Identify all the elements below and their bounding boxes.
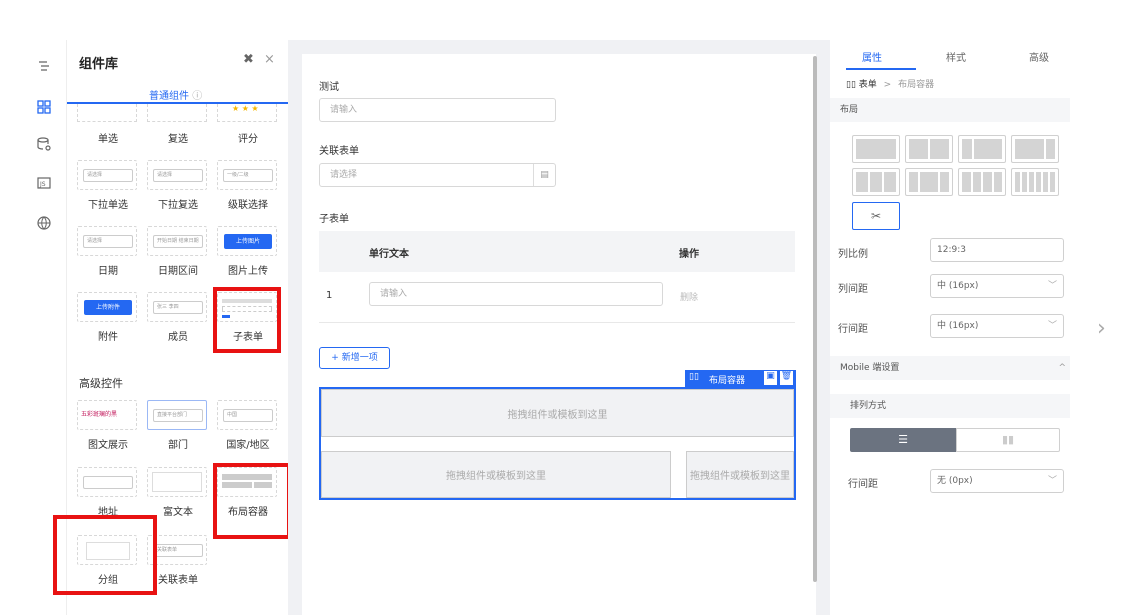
col-gap-label: 列间距 xyxy=(838,284,868,295)
breadcrumb-root[interactable]: 表单 xyxy=(859,80,877,90)
comp-cascade[interactable]: 一级/二级 级联选择 xyxy=(217,160,279,211)
columns-icon: ▯▯ xyxy=(689,372,699,382)
drop-zone-right[interactable]: 拖拽组件或模板到这里 xyxy=(686,451,794,498)
comp-address[interactable]: 地址 xyxy=(77,467,139,518)
row-index: 1 xyxy=(326,290,333,301)
mobile-section-header[interactable]: Mobile 端设置 ^ xyxy=(830,356,1070,380)
comp-dropdown-single[interactable]: 请选择 下拉单选 xyxy=(77,160,139,211)
chevron-down-icon: ﹀ xyxy=(1047,321,1057,331)
chevron-up-icon: ^ xyxy=(1058,363,1066,373)
tab-normal-components[interactable]: 普通组件 ⓘ xyxy=(149,87,202,102)
close-icon[interactable]: × xyxy=(264,52,275,67)
mobile-row-gap-label: 行间距 xyxy=(848,479,878,490)
comp-attachment[interactable]: 上传附件 附件 xyxy=(77,292,139,343)
layout-1-3-col[interactable] xyxy=(958,135,1006,163)
tab-style[interactable]: 样式 xyxy=(946,49,966,64)
row-text-input[interactable]: 请输入 xyxy=(369,282,663,306)
field-label: 测试 xyxy=(319,82,339,93)
tab-underline xyxy=(846,68,916,70)
advanced-section-title: 高级控件 xyxy=(79,377,123,390)
pin-icon[interactable]: ✖ xyxy=(243,52,254,67)
layout-3-col[interactable] xyxy=(852,168,900,196)
comp-date-range[interactable]: 开始日期 结束日期 日期区间 xyxy=(147,226,209,277)
row-cut-thumbs: ★ ★ ★ xyxy=(77,104,277,122)
divider xyxy=(319,322,795,323)
column-header: 操作 xyxy=(679,249,699,260)
component-library-panel: 组件库 ✖ × 普通组件 ⓘ ★ ★ ★ 单选 复选 评分 请选择 下拉单选 请… xyxy=(53,40,291,615)
tab-advanced[interactable]: 高级 xyxy=(1029,49,1049,64)
column-header: 单行文本 xyxy=(369,249,409,260)
comp-dropdown-multi[interactable]: 请选择 下拉复选 xyxy=(147,160,209,211)
highlight-layout-container xyxy=(213,463,291,539)
col-gap-select[interactable]: 中 (16px) ﹀ xyxy=(930,274,1064,298)
row-delete-link[interactable]: 删除 xyxy=(680,290,698,303)
row-gap-label: 行间距 xyxy=(838,324,868,335)
globe-icon[interactable] xyxy=(35,216,53,234)
col-ratio-input[interactable]: 12:9:3 xyxy=(930,238,1064,262)
delete-icon[interactable]: 🗑 xyxy=(780,371,793,385)
js-code-icon[interactable]: JS xyxy=(35,176,53,194)
comp-member[interactable]: 张三 李四 成员 xyxy=(147,292,209,343)
arrange-label: 排列方式 xyxy=(830,394,1070,418)
document-icon: ▤ xyxy=(533,164,555,186)
comp-rich-text[interactable]: 富文本 xyxy=(147,467,209,518)
drop-zone-left[interactable]: 拖拽组件或模板到这里 xyxy=(321,451,671,498)
columns-icon: ▯▯ xyxy=(846,80,856,90)
layout-3-col-b[interactable] xyxy=(905,168,953,196)
arrange-vertical-option[interactable]: ☰ xyxy=(850,428,956,452)
properties-panel: 属性 样式 高级 ▯▯ 表单 > 布局容器 布局 ✂ 列比例 12:9:3 列间… xyxy=(830,40,1070,615)
form-canvas: 测试 请输入 关联表单 请选择 ▤ 子表单 单行文本 操作 1 请输入 删除 +… xyxy=(302,54,816,615)
comp-label[interactable]: 单选 xyxy=(77,130,139,145)
row-gap-select[interactable]: 中 (16px) ﹀ xyxy=(930,314,1064,338)
add-item-button[interactable]: + 新增一项 xyxy=(319,347,390,369)
tab-properties[interactable]: 属性 xyxy=(862,49,882,64)
chevron-right-icon[interactable]: › xyxy=(1097,316,1106,341)
comp-image-upload[interactable]: 上传图片 图片上传 xyxy=(217,226,279,277)
layout-section-header: 布局 xyxy=(830,98,1070,122)
comp-label[interactable]: 复选 xyxy=(147,130,209,145)
data-source-icon[interactable] xyxy=(35,137,53,155)
drop-zone-top[interactable]: 拖拽组件或模板到这里 xyxy=(321,389,794,437)
chevron-down-icon: ﹀ xyxy=(1047,281,1057,291)
comp-label[interactable]: 评分 xyxy=(217,130,279,145)
comp-department[interactable]: 直接平台部门 部门 xyxy=(147,400,209,451)
layout-6-col[interactable] xyxy=(1011,168,1059,196)
highlight-group xyxy=(53,515,157,595)
components-grid-icon[interactable] xyxy=(35,100,53,118)
related-form-select[interactable]: 请选择 ▤ xyxy=(319,163,556,187)
subform-label: 子表单 xyxy=(319,214,349,225)
canvas-scrollbar[interactable] xyxy=(813,56,817,582)
layout-3-1-col[interactable] xyxy=(1011,135,1059,163)
svg-text:JS: JS xyxy=(39,181,46,188)
text-input[interactable]: 请输入 xyxy=(319,98,556,122)
col-ratio-label: 列比例 xyxy=(838,249,868,260)
copy-icon[interactable]: ▣ xyxy=(764,371,777,385)
layout-1-col[interactable] xyxy=(852,135,900,163)
outline-tree-icon[interactable] xyxy=(35,60,53,78)
layout-2-col[interactable] xyxy=(905,135,953,163)
library-title: 组件库 xyxy=(79,57,119,72)
help-icon: ⓘ xyxy=(192,91,203,102)
comp-date[interactable]: 请选择 日期 xyxy=(77,226,139,277)
container-tag: 布局容器 xyxy=(709,376,746,386)
comp-country[interactable]: 中国 国家/地区 xyxy=(217,400,279,451)
breadcrumb-leaf: 布局容器 xyxy=(898,80,935,90)
breadcrumb: ▯▯ 表单 > 布局容器 xyxy=(846,80,935,90)
mobile-row-gap-select[interactable]: 无 (0px) ﹀ xyxy=(930,469,1064,493)
layout-4-col[interactable] xyxy=(958,168,1006,196)
field-label: 关联表单 xyxy=(319,146,359,157)
comp-image-text[interactable]: 五彩斑斓的黑 图文展示 xyxy=(77,400,139,451)
library-actions: ✖ × xyxy=(243,52,275,67)
subform-header: 单行文本 操作 xyxy=(319,231,795,272)
highlight-subform xyxy=(213,287,281,353)
custom-layout-icon[interactable]: ✂ xyxy=(852,202,900,230)
container-toolbar: ▯▯ 布局容器 ▣ 🗑 xyxy=(685,370,796,387)
arrange-horizontal-option[interactable]: ▮▮ xyxy=(956,428,1060,452)
chevron-down-icon: ﹀ xyxy=(1047,476,1057,486)
